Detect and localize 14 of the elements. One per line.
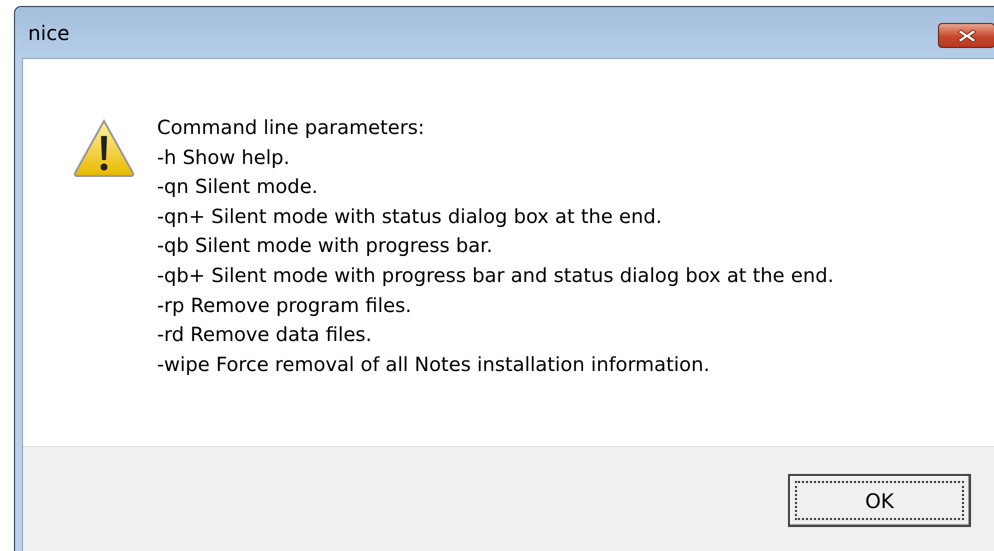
ok-button[interactable]: OK xyxy=(788,474,971,527)
message-line: -h Show help. xyxy=(157,144,291,171)
message-line: -qn Silent mode. xyxy=(157,174,319,200)
close-button[interactable] xyxy=(938,23,994,48)
message-line: -qb Silent mode with progress bar. xyxy=(157,233,494,260)
close-icon xyxy=(956,28,976,42)
message-line: -qb+ Silent mode with progress bar and status dialog box at the end. xyxy=(157,262,834,289)
message-line: Command line parameters: xyxy=(157,115,426,141)
message-line: -rp Remove program files. xyxy=(157,292,412,319)
warning-icon xyxy=(72,118,136,178)
message-line: -wipe Force removal of all Notes installation information. xyxy=(157,352,711,378)
message-line: -qn+ Silent mode with status dialog box at the end. xyxy=(157,204,663,230)
message-line: -rd Remove data files. xyxy=(157,322,373,348)
window-title: nice xyxy=(28,20,70,44)
